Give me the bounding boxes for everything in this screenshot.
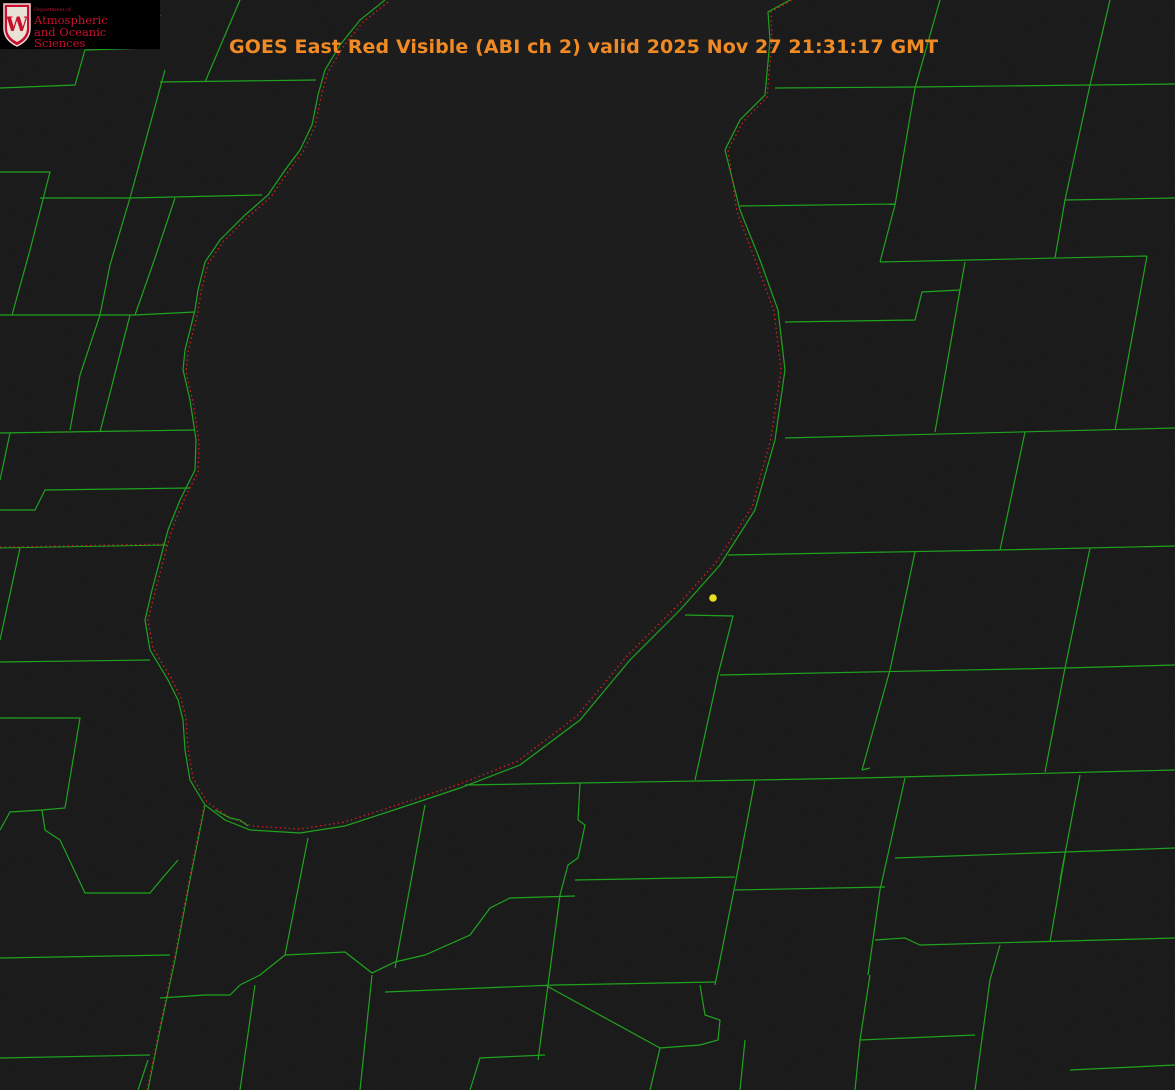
satellite-map [0, 0, 1175, 1090]
uw-aos-logo: W Department of Atmospheric and Oceanic … [0, 0, 160, 49]
station-marker [709, 594, 717, 602]
crest-letter: W [5, 12, 29, 36]
image-title: GOES East Red Visible (ABI ch 2) valid 2… [229, 36, 939, 58]
logo-text: Department of Atmospheric and Oceanic Sc… [34, 8, 160, 50]
logo-name-line2: and Oceanic Sciences [34, 24, 107, 50]
uw-crest-icon: W [3, 3, 31, 47]
